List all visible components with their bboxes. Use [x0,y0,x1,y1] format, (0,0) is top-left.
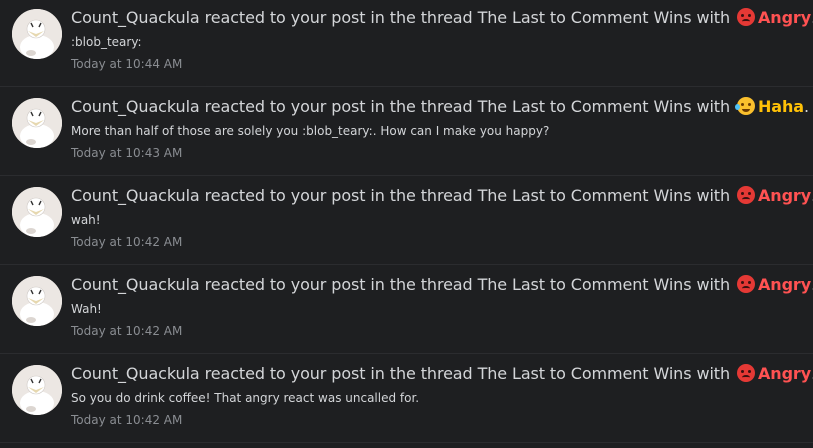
angry-face-emoji-icon [737,364,755,382]
reaction-label: Angry [758,186,812,205]
thread-link[interactable]: The Last to Comment Wins [478,8,692,27]
alert-item[interactable]: Count_Quackula reacted to your post in t… [0,88,813,176]
alert-snippet: :blob_teary: [71,35,142,49]
username-link[interactable]: Count_Quackula [71,97,200,116]
alert-item[interactable]: Count_Quackula reacted to your post in t… [0,0,813,87]
duck-avatar-icon [12,9,62,59]
alert-timestamp[interactable]: Today at 10:42 AM [71,234,805,250]
with-text: with [696,275,730,294]
alert-snippet: Wah! [71,302,102,316]
alert-headline: Count_Quackula reacted to your post in t… [71,96,809,118]
alert-content: Count_Quackula reacted to your post in t… [71,96,809,161]
username-link[interactable]: Count_Quackula [71,275,200,294]
thread-link[interactable]: The Last to Comment Wins [478,275,692,294]
alert-action-text: reacted to your post in the thread [204,275,473,294]
thread-link[interactable]: The Last to Comment Wins [478,97,692,116]
username-link[interactable]: Count_Quackula [71,8,200,27]
duck-avatar-icon [12,365,62,415]
alert-snippet: More than half of those are solely you :… [71,124,550,138]
avatar[interactable] [12,9,62,59]
avatar[interactable] [12,187,62,237]
with-text: with [696,8,730,27]
alert-list: Count_Quackula reacted to your post in t… [0,0,813,448]
with-text: with [696,97,730,116]
duck-avatar-icon [12,276,62,326]
reaction-label: Angry [758,8,812,27]
username-link[interactable]: Count_Quackula [71,364,200,383]
alert-content: Count_Quackula reacted to your post in t… [71,274,813,339]
alert-headline: Count_Quackula reacted to your post in t… [71,274,813,296]
duck-avatar-icon [12,187,62,237]
alert-timestamp[interactable]: Today at 10:42 AM [71,323,805,339]
reaction-label: Angry [758,275,812,294]
angry-face-emoji-icon [737,8,755,26]
alert-action-text: reacted to your post in the thread [204,8,473,27]
reaction-label: Haha [758,97,804,116]
alert-action-text: reacted to your post in the thread [204,186,473,205]
alert-headline: Count_Quackula reacted to your post in t… [71,185,813,207]
avatar[interactable] [12,98,62,148]
alert-timestamp[interactable]: Today at 10:43 AM [71,145,805,161]
duck-avatar-icon [12,98,62,148]
laughing-face-emoji-icon [735,97,755,115]
alert-action-text: reacted to your post in the thread [204,97,473,116]
angry-face-emoji-icon [737,275,755,293]
with-text: with [696,186,730,205]
alert-content: Count_Quackula reacted to your post in t… [71,7,813,72]
alert-timestamp[interactable]: Today at 10:42 AM [71,412,805,428]
alert-content: Count_Quackula reacted to your post in t… [71,185,813,250]
alert-content: Count_Quackula reacted to your post in t… [71,363,813,428]
reaction-label: Angry [758,364,812,383]
alert-item[interactable]: Count_Quackula reacted to your post in t… [0,177,813,265]
alert-snippet: wah! [71,213,101,227]
thread-link[interactable]: The Last to Comment Wins [478,186,692,205]
alert-timestamp[interactable]: Today at 10:44 AM [71,56,805,72]
angry-face-emoji-icon [737,186,755,204]
thread-link[interactable]: The Last to Comment Wins [478,364,692,383]
alert-headline: Count_Quackula reacted to your post in t… [71,7,813,29]
alert-snippet: So you do drink coffee! That angry react… [71,391,420,405]
alert-item[interactable]: Count_Quackula reacted to your post in t… [0,355,813,443]
username-link[interactable]: Count_Quackula [71,186,200,205]
alert-action-text: reacted to your post in the thread [204,364,473,383]
avatar[interactable] [12,276,62,326]
alert-item[interactable]: Count_Quackula reacted to your post in t… [0,266,813,354]
period: . [803,97,809,116]
with-text: with [696,364,730,383]
alert-headline: Count_Quackula reacted to your post in t… [71,363,813,385]
avatar[interactable] [12,365,62,415]
